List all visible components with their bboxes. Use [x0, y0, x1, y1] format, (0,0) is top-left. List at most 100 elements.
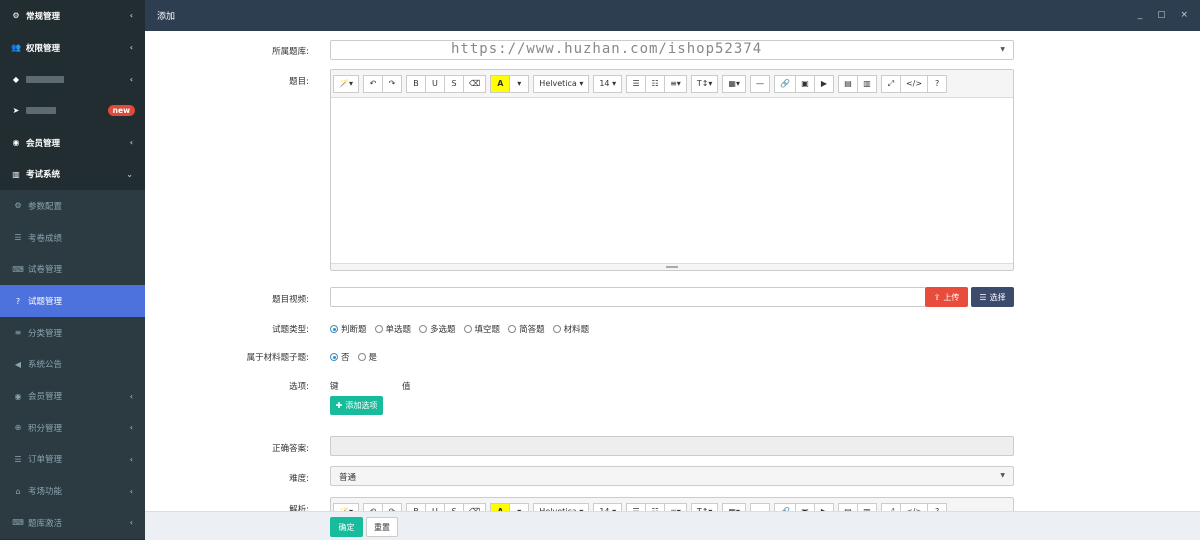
radio-option[interactable]: 判断题 — [330, 323, 367, 335]
radio-option[interactable]: 单选题 — [374, 323, 411, 335]
radio-button[interactable] — [330, 325, 338, 333]
sidebar-item[interactable]: 👥 权限管理 ‹ — [0, 32, 145, 64]
upload-button[interactable]: ⇪ 上传 — [925, 287, 968, 307]
ol-icon[interactable]: ☷ — [645, 74, 666, 93]
image-icon[interactable]: ▣ — [794, 74, 815, 93]
sidebar-item[interactable]: ◆ ‹ — [0, 63, 145, 95]
sidebar-item-label: 考场功能 — [28, 487, 63, 498]
answer-input[interactable] — [330, 436, 1014, 456]
fullscreen-icon[interactable]: ⤢ — [880, 502, 901, 511]
sidebar-item[interactable]: ⚙ 参数配置 — [0, 190, 145, 222]
sidebar-item[interactable]: ◉ 会员管理 ‹ — [0, 127, 145, 159]
radio-button[interactable] — [419, 325, 428, 333]
reset-button[interactable]: 重置 — [366, 517, 398, 537]
bold-icon[interactable]: B — [405, 74, 426, 93]
video-icon[interactable]: ▶ — [813, 502, 834, 511]
font-name[interactable]: Helvetica ▾ — [533, 502, 590, 511]
eraser-icon[interactable]: ⌫ — [462, 74, 487, 93]
analysis-editor[interactable]: 🪄▾↶↷BUS⌫A▾Helvetica ▾14 ▾☰☷≡▾T↕▾▦▾ — 🔗▣▶▤▥… — [330, 497, 1014, 511]
magic-icon[interactable]: 🪄▾ — [333, 502, 359, 511]
choose-button[interactable]: ☰ 选择 — [971, 287, 1014, 307]
sidebar-item[interactable]: ? 试题管理 — [0, 285, 145, 317]
radio-option[interactable]: 材料题 — [552, 323, 589, 335]
editor-body[interactable] — [331, 98, 1013, 263]
magic-icon[interactable]: 🪄▾ — [333, 74, 359, 93]
table-icon[interactable]: ▦▾ — [722, 74, 746, 93]
sidebar-item-label: 会员管理 — [28, 392, 63, 403]
underline-icon[interactable]: U — [424, 74, 445, 93]
redo-icon[interactable]: ↷ — [381, 74, 402, 93]
sidebar-item[interactable]: ⌂ 考场功能 ‹ — [0, 475, 145, 507]
align-icon[interactable]: ≡▾ — [664, 502, 687, 511]
eraser-icon[interactable]: ⌫ — [462, 502, 487, 511]
file-icon[interactable]: ▤ — [837, 502, 858, 511]
radio-option[interactable]: 是 — [357, 351, 377, 363]
hr-icon[interactable]: — — [750, 74, 770, 93]
radio-button[interactable] — [552, 325, 561, 333]
doc-icon[interactable]: ▥ — [856, 74, 877, 93]
sidebar-item[interactable]: ⊕ 积分管理 ‹ — [0, 411, 145, 444]
sidebar-item[interactable]: ⌨ 试卷管理 — [0, 253, 145, 286]
font-name[interactable]: Helvetica ▾ — [533, 74, 590, 93]
strikethrough-icon[interactable]: S — [443, 502, 464, 511]
chevron-down-icon: ▼ — [1000, 46, 1005, 53]
editor-resize-handle[interactable] — [331, 263, 1013, 270]
hr-icon[interactable]: — — [750, 502, 770, 511]
highlight-icon[interactable]: A — [490, 502, 511, 511]
radio-button[interactable] — [357, 353, 366, 361]
ul-icon[interactable]: ☰ — [626, 74, 647, 93]
table-icon[interactable]: ▦▾ — [722, 502, 746, 511]
radio-button[interactable] — [374, 325, 383, 333]
code-icon[interactable]: </> — [899, 502, 929, 511]
sidebar-item[interactable]: ⌨ 题库激活 ‹ — [0, 507, 145, 539]
code-icon[interactable]: </> — [899, 74, 929, 93]
redo-icon[interactable]: ↷ — [381, 502, 402, 511]
sidebar-item[interactable]: ◉ 会员管理 ‹ — [0, 380, 145, 412]
add-option-button[interactable]: ✚ 添加选项 — [330, 396, 383, 415]
video-input[interactable] — [330, 287, 926, 307]
radio-option[interactable]: 填空题 — [463, 323, 500, 335]
radio-button[interactable] — [463, 325, 472, 333]
difficulty-select[interactable]: 普通 ▼ — [330, 466, 1014, 486]
radio-button[interactable] — [508, 325, 517, 333]
sidebar-item[interactable]: ⚙ 常规管理 ‹ — [0, 0, 145, 32]
title-editor[interactable]: 🪄▾ ↶ ↷ B U S ⌫ A ▾ Helvetica ▾ 14 ▾ ☰ ☷ ≡▾ T↕▾ ▦▾ — 🔗 ▣ ▶ ▤ ▥… — [330, 69, 1014, 271]
sidebar-item[interactable]: ≡ 分类管理 — [0, 316, 145, 349]
video-icon[interactable]: ▶ — [813, 74, 834, 93]
radio-option[interactable]: 否 — [330, 351, 350, 363]
highlight-dropdown-icon[interactable]: ▾ — [509, 502, 530, 511]
fullscreen-icon[interactable]: ⤢ — [880, 74, 901, 93]
confirm-button[interactable]: 确定 — [330, 517, 363, 537]
radio-option[interactable]: 简答题 — [508, 323, 545, 335]
sidebar-item[interactable]: ☰ 订单管理 ‹ — [0, 443, 145, 476]
sidebar-item[interactable]: ☰ 考卷成绩 — [0, 221, 145, 254]
bank-select[interactable]: https://www.huzhan.com/ishop52374 ▼ — [330, 40, 1014, 60]
ol-icon[interactable]: ☷ — [645, 502, 666, 511]
link-icon[interactable]: 🔗 — [774, 74, 796, 93]
ul-icon[interactable]: ☰ — [626, 502, 647, 511]
strikethrough-icon[interactable]: S — [443, 74, 464, 93]
radio-option[interactable]: 多选题 — [419, 323, 456, 335]
text-height-icon[interactable]: T↕▾ — [690, 502, 719, 511]
undo-icon[interactable]: ↶ — [362, 502, 383, 511]
bold-icon[interactable]: B — [405, 502, 426, 511]
link-icon[interactable]: 🔗 — [774, 502, 796, 511]
font-size[interactable]: 14 ▾ — [593, 74, 623, 93]
sidebar-item[interactable]: ▥ 考试系统 ⌄ — [0, 158, 145, 190]
highlight-dropdown-icon[interactable]: ▾ — [509, 74, 530, 93]
sidebar-item[interactable]: ➤ new — [0, 95, 145, 127]
text-height-icon[interactable]: T↕▾ — [690, 74, 719, 93]
sidebar-item[interactable]: ◀ 系统公告 — [0, 348, 145, 381]
help-icon[interactable]: ? — [927, 74, 948, 93]
radio-button[interactable] — [330, 353, 338, 361]
window-controls[interactable]: _ ▢ × — [1138, 10, 1194, 20]
file-icon[interactable]: ▤ — [837, 74, 858, 93]
doc-icon[interactable]: ▥ — [856, 502, 877, 511]
font-size[interactable]: 14 ▾ — [593, 502, 623, 511]
help-icon[interactable]: ? — [927, 502, 948, 511]
undo-icon[interactable]: ↶ — [362, 74, 383, 93]
image-icon[interactable]: ▣ — [794, 502, 815, 511]
underline-icon[interactable]: U — [424, 502, 445, 511]
align-icon[interactable]: ≡▾ — [664, 74, 687, 93]
highlight-icon[interactable]: A — [490, 74, 511, 93]
